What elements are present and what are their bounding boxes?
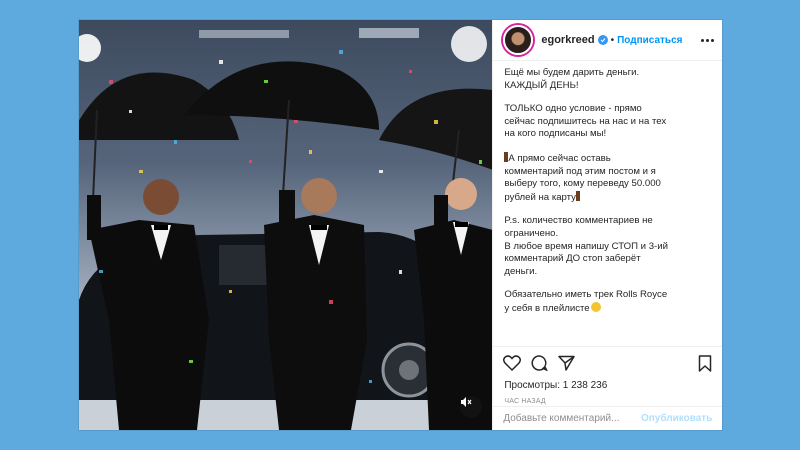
mute-icon — [461, 397, 472, 407]
marker-icon — [575, 190, 580, 201]
caption-paragraph-3: А прямо сейчас оставь комментарий под эт… — [504, 151, 716, 204]
publish-button[interactable]: Опубликовать — [641, 413, 712, 424]
caption-paragraph-2: ТОЛЬКО одно условие - прямо сейчас подпи… — [504, 103, 667, 140]
comment-icon[interactable] — [531, 355, 549, 371]
post-video[interactable] — [79, 20, 493, 430]
post-timestamp[interactable]: ЧАС НАЗАД — [504, 398, 546, 405]
more-icon[interactable] — [701, 38, 714, 42]
post-header: egorkreed • Подписаться — [493, 20, 722, 61]
views-count[interactable]: Просмотры: 1 238 236 — [504, 380, 607, 391]
comment-input[interactable]: Добавьте комментарий... — [503, 413, 619, 424]
share-icon[interactable] — [558, 355, 576, 371]
caption-paragraph-4: P.s. количество комментариев не ограниче… — [504, 215, 668, 277]
caption-paragraph-3-text: А прямо сейчас оставь комментарий под эт… — [504, 152, 661, 203]
comment-form: Добавьте комментарий... Опубликовать — [493, 406, 723, 430]
bookmark-icon[interactable] — [698, 355, 712, 372]
verified-icon — [597, 35, 608, 45]
action-icons — [503, 355, 576, 371]
caption-paragraph-1: Ещё мы будем дарить деньги. КАЖДЫЙ ДЕНЬ! — [504, 67, 640, 91]
post-sidebar: egorkreed • Подписаться Ещё мы будем дар… — [492, 20, 723, 430]
video-scene — [79, 26, 493, 430]
instagram-post: egorkreed • Подписаться Ещё мы будем дар… — [79, 20, 723, 430]
caption-paragraph-5: Обязательно иметь трек Rolls Royce у себ… — [504, 289, 716, 315]
follow-button[interactable]: Подписаться — [617, 35, 682, 46]
separator-dot: • — [610, 34, 615, 46]
username-link[interactable]: egorkreed — [541, 34, 594, 46]
avatar[interactable] — [503, 25, 534, 55]
caption-paragraph-5-text: Обязательно иметь трек Rolls Royce у себ… — [504, 289, 668, 314]
post-caption: Ещё мы будем дарить деньги. КАЖДЫЙ ДЕНЬ!… — [504, 67, 716, 345]
heart-icon[interactable] — [503, 355, 522, 371]
smile-emoji-icon — [590, 301, 601, 312]
